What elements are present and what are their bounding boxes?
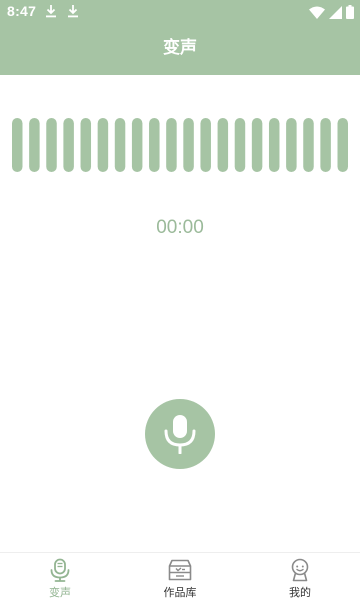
wave-bar: [12, 118, 23, 172]
wave-bar: [46, 118, 57, 172]
tab-voice-change[interactable]: 变声: [20, 553, 100, 600]
wave-bar: [217, 118, 229, 172]
wifi-icon: [309, 6, 325, 19]
wave-bar: [29, 118, 40, 172]
recording-timer: 00:00: [156, 217, 204, 238]
waveform-display: [12, 118, 348, 172]
tab-label: 变声: [49, 586, 71, 599]
wave-bar: [166, 118, 177, 172]
wave-bar: [200, 118, 211, 172]
tab-label: 我的: [289, 586, 311, 599]
battery-icon: [346, 5, 354, 19]
wave-bar: [234, 118, 246, 172]
wave-bar: [63, 118, 74, 172]
download-icon: [46, 5, 56, 18]
profile-icon: [291, 558, 309, 582]
wave-bar: [251, 118, 263, 172]
wave-bar: [268, 118, 280, 172]
page-title: 变声: [163, 38, 197, 58]
wave-bar: [114, 118, 126, 172]
voice-changer-screen: 8:47 变声 00:00 变声 作品库 我的: [0, 0, 360, 600]
wave-bar: [183, 118, 194, 172]
wave-bar: [303, 118, 314, 172]
archive-box-icon: [168, 559, 192, 581]
record-button[interactable]: [145, 399, 215, 469]
tab-mine[interactable]: 我的: [260, 553, 340, 600]
download-icon: [68, 5, 78, 18]
wave-bar: [80, 118, 92, 172]
tab-label: 作品库: [163, 586, 197, 599]
wave-bar: [149, 118, 160, 172]
status-time: 8:47: [7, 3, 37, 19]
wave-bar: [131, 118, 143, 172]
header-bar: 8:47 变声: [0, 0, 360, 75]
wave-bar: [337, 118, 348, 172]
bottom-tab-bar: 变声 作品库 我的: [0, 552, 360, 600]
microphone-icon: [50, 558, 70, 582]
wave-bar: [286, 118, 297, 172]
status-bar: 8:47: [0, 0, 360, 24]
signal-icon: [329, 5, 342, 19]
wave-bar: [97, 118, 109, 172]
status-icons: [309, 4, 354, 20]
tab-works-library[interactable]: 作品库: [140, 553, 220, 600]
microphone-icon: [164, 415, 196, 454]
wave-bar: [320, 118, 331, 172]
